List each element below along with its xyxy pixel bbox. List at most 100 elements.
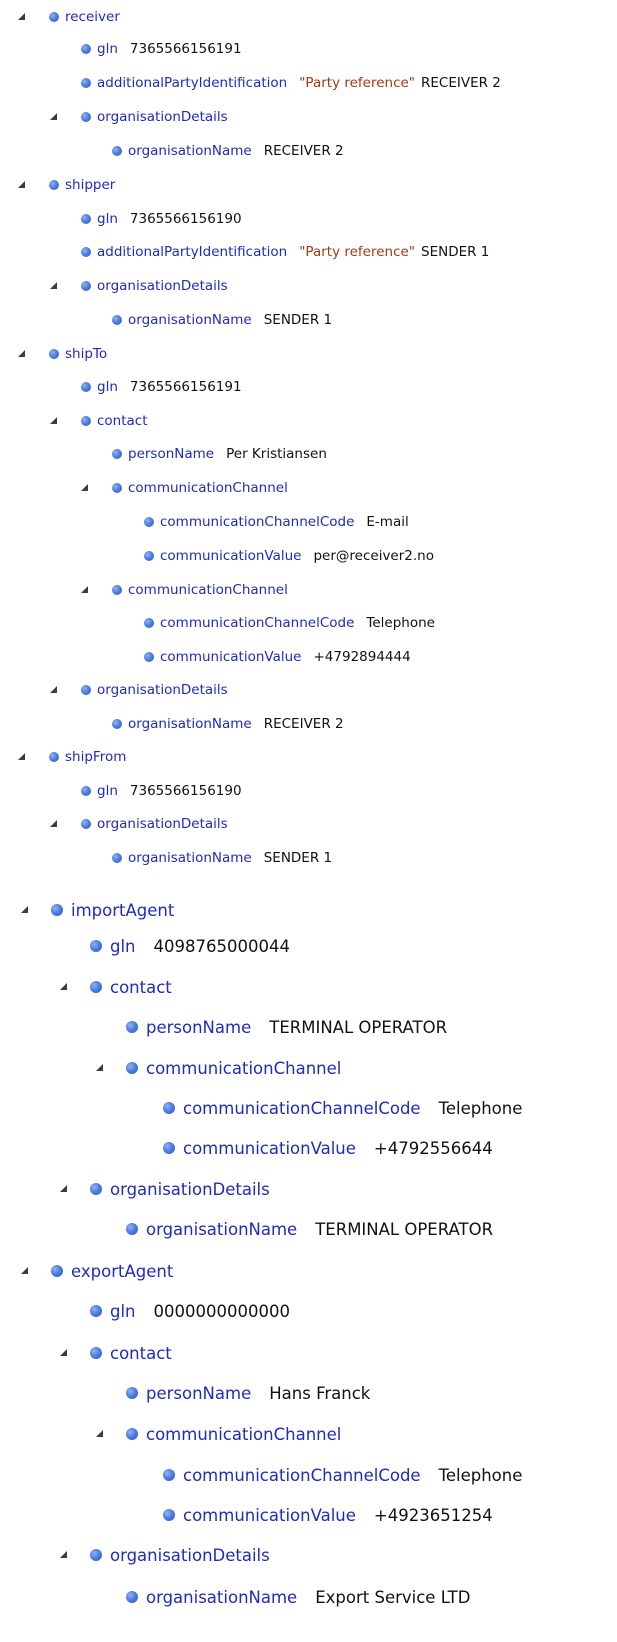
expand-toggle-icon[interactable] xyxy=(18,350,25,357)
node-value: SENDER 1 xyxy=(263,312,333,328)
node-value: 4098765000044 xyxy=(153,936,290,956)
tree-node-communicationChannelCode[interactable]: communicationChannelCode E-mail xyxy=(0,507,617,537)
node-key: communicationChannel xyxy=(128,582,288,598)
node-bullet-icon xyxy=(49,180,59,190)
tree-node-communicationValue[interactable]: communicationValue per@receiver2.no xyxy=(0,541,617,571)
node-value: 7365566156191 xyxy=(129,379,242,395)
tree-node-organisationDetails[interactable]: organisationDetails xyxy=(0,809,617,839)
tree-node-communicationChannelCode[interactable]: communicationChannelCode Telephone xyxy=(0,608,617,638)
node-bullet-icon xyxy=(81,281,91,291)
node-value: Per Kristiansen xyxy=(226,446,327,462)
expand-toggle-icon[interactable] xyxy=(50,417,57,424)
tree-node-gln[interactable]: gln 7365566156191 xyxy=(0,34,617,64)
expand-toggle-icon[interactable] xyxy=(50,820,57,827)
node-attribute-value: "Party reference" xyxy=(299,75,416,91)
expand-toggle-icon[interactable] xyxy=(21,906,28,913)
node-bullet-icon xyxy=(49,349,59,359)
expand-toggle-icon[interactable] xyxy=(60,1349,67,1356)
node-key: gln xyxy=(97,783,118,799)
node-value: E-mail xyxy=(366,514,409,530)
expand-toggle-icon[interactable] xyxy=(96,1064,103,1071)
node-value: 7365566156191 xyxy=(129,41,242,57)
expand-toggle-icon[interactable] xyxy=(96,1430,103,1437)
node-value: Hans Franck xyxy=(269,1383,371,1403)
node-key: communicationChannel xyxy=(146,1058,342,1078)
tree-node-communicationValue[interactable]: communicationValue +4923651254 xyxy=(0,1500,617,1530)
tree-node-organisationDetails[interactable]: organisationDetails xyxy=(0,675,617,705)
node-key: organisationName xyxy=(146,1219,298,1239)
expand-toggle-icon[interactable] xyxy=(18,753,25,760)
node-key: additionalPartyIdentification xyxy=(97,244,288,260)
tree-node-personName[interactable]: personName Hans Franck xyxy=(0,1378,617,1408)
expand-toggle-icon[interactable] xyxy=(18,13,25,20)
node-key: personName xyxy=(146,1383,252,1403)
node-value: Telephone xyxy=(438,1465,523,1485)
tree-node-importAgent[interactable]: importAgent xyxy=(0,895,617,925)
tree-node-organisationDetails[interactable]: organisationDetails xyxy=(0,1174,617,1204)
tree-node-organisationName[interactable]: organisationName RECEIVER 2 xyxy=(0,136,617,166)
tree-node-gln[interactable]: gln 0000000000000 xyxy=(0,1296,617,1326)
tree-node-organisationName[interactable]: organisationName TERMINAL OPERATOR xyxy=(0,1214,617,1244)
expand-toggle-icon[interactable] xyxy=(50,686,57,693)
tree-node-contact[interactable]: contact xyxy=(0,1338,617,1368)
tree-node-additionalPartyIdentification[interactable]: additionalPartyIdentification "Party refe… xyxy=(0,237,617,267)
expand-toggle-icon[interactable] xyxy=(21,1267,28,1274)
node-key: personName xyxy=(128,446,215,462)
tree-node-additionalPartyIdentification[interactable]: additionalPartyIdentification "Party refe… xyxy=(0,68,617,98)
node-value: +4792556644 xyxy=(373,1138,493,1158)
tree-node-gln[interactable]: gln 4098765000044 xyxy=(0,931,617,961)
node-bullet-icon xyxy=(81,78,91,88)
node-bullet-icon xyxy=(90,1183,102,1195)
expand-toggle-icon[interactable] xyxy=(50,282,57,289)
tree-node-personName[interactable]: personName TERMINAL OPERATOR xyxy=(0,1012,617,1042)
tree-node-shipper[interactable]: shipper xyxy=(0,170,617,200)
expand-toggle-icon[interactable] xyxy=(18,181,25,188)
tree-node-organisationName[interactable]: organisationName SENDER 1 xyxy=(0,843,617,873)
tree-node-contact[interactable]: contact xyxy=(0,406,617,436)
tree-node-shipFrom[interactable]: shipFrom xyxy=(0,742,617,772)
expand-toggle-icon[interactable] xyxy=(60,983,67,990)
tree-node-contact[interactable]: contact xyxy=(0,972,617,1002)
tree-node-communicationChannel[interactable]: communicationChannel xyxy=(0,1419,617,1449)
tree-node-organisationDetails[interactable]: organisationDetails xyxy=(0,271,617,301)
tree-node-personName[interactable]: personName Per Kristiansen xyxy=(0,439,617,469)
expand-toggle-icon[interactable] xyxy=(60,1185,67,1192)
tree-node-communicationChannelCode[interactable]: communicationChannelCode Telephone xyxy=(0,1093,617,1123)
node-key: organisationDetails xyxy=(97,682,228,698)
node-key: communicationValue xyxy=(160,548,302,564)
tree-node-communicationChannel[interactable]: communicationChannel xyxy=(0,575,617,605)
expand-toggle-icon[interactable] xyxy=(81,586,88,593)
tree-node-communicationChannelCode[interactable]: communicationChannelCode Telephone xyxy=(0,1460,617,1490)
tree-node-gln[interactable]: gln 7365566156191 xyxy=(0,372,617,402)
tree-node-organisationName[interactable]: organisationName Export Service LTD xyxy=(0,1582,617,1612)
expand-toggle-icon[interactable] xyxy=(60,1551,67,1558)
node-bullet-icon xyxy=(126,1223,138,1235)
node-value: per@receiver2.no xyxy=(313,548,434,564)
tree-node-exportAgent[interactable]: exportAgent xyxy=(0,1256,617,1286)
node-key: organisationDetails xyxy=(97,816,228,832)
node-key: organisationDetails xyxy=(97,109,228,125)
tree-node-gln[interactable]: gln 7365566156190 xyxy=(0,204,617,234)
node-key: contact xyxy=(110,1343,172,1363)
expand-toggle-icon[interactable] xyxy=(50,113,57,120)
node-bullet-icon xyxy=(112,719,122,729)
tree-node-communicationChannel[interactable]: communicationChannel xyxy=(0,1053,617,1083)
tree-node-receiver[interactable]: receiver xyxy=(0,2,617,32)
tree-node-organisationDetails[interactable]: organisationDetails xyxy=(0,1540,617,1570)
tree-node-communicationChannel[interactable]: communicationChannel xyxy=(0,473,617,503)
tree-node-gln[interactable]: gln 7365566156190 xyxy=(0,776,617,806)
node-bullet-icon xyxy=(81,247,91,257)
node-bullet-icon xyxy=(163,1469,175,1481)
tree-node-organisationName[interactable]: organisationName SENDER 1 xyxy=(0,305,617,335)
node-key: importAgent xyxy=(71,900,175,920)
tree-node-organisationDetails[interactable]: organisationDetails xyxy=(0,102,617,132)
expand-toggle-icon[interactable] xyxy=(81,484,88,491)
node-value: 7365566156190 xyxy=(129,211,242,227)
node-key: gln xyxy=(110,1301,136,1321)
node-bullet-icon xyxy=(51,904,63,916)
tree-node-organisationName[interactable]: organisationName RECEIVER 2 xyxy=(0,709,617,739)
tree-node-communicationValue[interactable]: communicationValue +4792894444 xyxy=(0,642,617,672)
tree-node-communicationValue[interactable]: communicationValue +4792556644 xyxy=(0,1133,617,1163)
node-bullet-icon xyxy=(81,382,91,392)
tree-node-shipTo[interactable]: shipTo xyxy=(0,339,617,369)
